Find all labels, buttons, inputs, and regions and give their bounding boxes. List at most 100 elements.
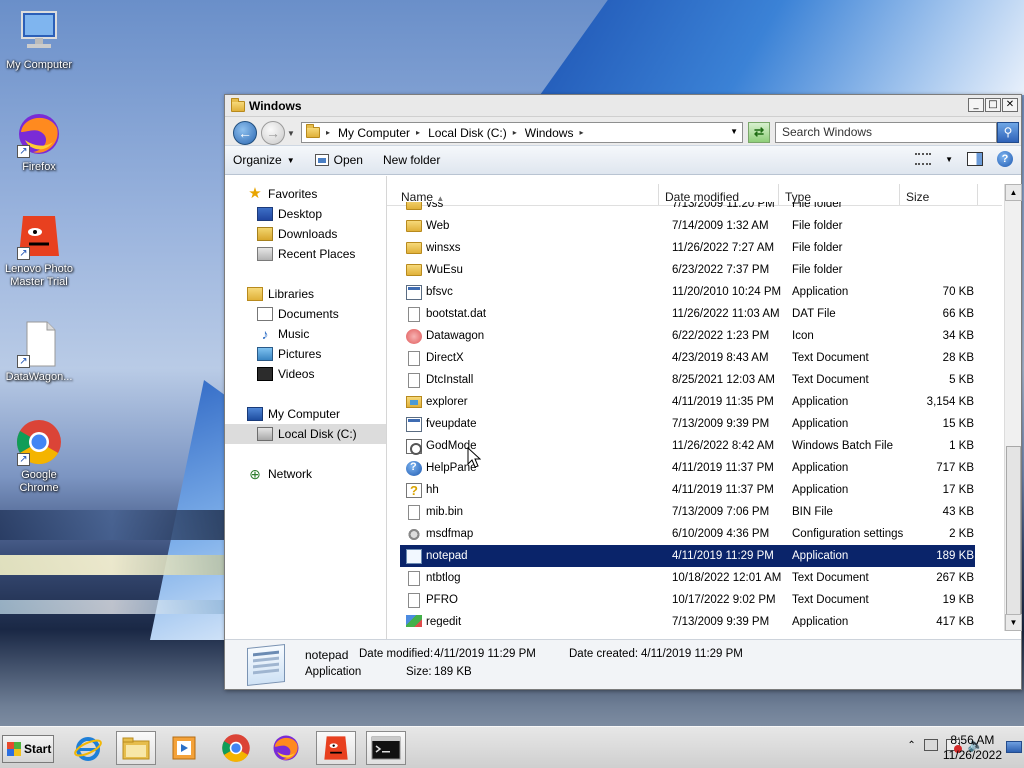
file-size: 70 KB (942, 286, 974, 298)
file-row-wuesu[interactable]: WuEsu 6/23/2022 7:37 PM File folder (400, 259, 975, 281)
network-icon: ⊕ (249, 466, 261, 482)
nav-pictures[interactable]: Pictures (225, 344, 386, 364)
forward-button[interactable]: → (261, 121, 285, 145)
nav-favorites[interactable]: ★ Favorites (225, 184, 386, 204)
change-view-icon[interactable] (915, 153, 932, 165)
file-size: 417 KB (936, 616, 974, 627)
taskbar-internet-explorer[interactable] (68, 731, 108, 765)
preview-pane-icon[interactable] (967, 152, 983, 166)
file-row-hh[interactable]: hh 4/11/2019 11:37 PM Application 17 KB (400, 479, 975, 501)
app-icon (406, 284, 422, 300)
file-type: File folder (792, 264, 843, 276)
taskbar-command-prompt[interactable] (366, 731, 406, 765)
file-name: Web (426, 220, 450, 232)
file-list: vss 7/13/2009 11:20 PM File folder Web 7/14/… (400, 202, 975, 627)
desktop-icon-my-computer[interactable]: My Computer (1, 8, 77, 72)
scrollbar-thumb[interactable] (1006, 446, 1021, 616)
desktop-icon-google-chrome[interactable]: ↗ Google Chrome (1, 418, 77, 495)
bat-icon (406, 438, 422, 455)
start-button[interactable]: Start (2, 735, 54, 763)
nav-local-disk[interactable]: Local Disk (C:) (225, 424, 386, 444)
file-row-notepad[interactable]: notepad 4/11/2019 11:29 PM Application 189 … (400, 545, 975, 567)
file-row-helppane[interactable]: HelpPane 4/11/2019 11:37 PM Application 717… (400, 457, 975, 479)
help-icon[interactable]: ? (997, 151, 1013, 167)
nav-my-computer[interactable]: My Computer (225, 404, 386, 424)
nav-music[interactable]: ♪ Music (225, 324, 386, 344)
desktop-icon (257, 207, 273, 221)
nav-videos[interactable]: Videos (225, 364, 386, 384)
file-row-directx[interactable]: DirectX 4/23/2019 8:43 AM Text Document 28 … (400, 347, 975, 369)
firefox-icon (273, 735, 299, 761)
nav-downloads[interactable]: Downloads (225, 224, 386, 244)
file-row-bootstat-dat[interactable]: bootstat.dat 11/26/2022 11:03 AM DAT File 6… (400, 303, 975, 325)
note-icon (406, 548, 422, 564)
show-desktop-icon[interactable] (1006, 741, 1022, 753)
new-folder-button[interactable]: New folder (383, 153, 440, 167)
file-row-regedit[interactable]: regedit 7/13/2009 9:39 PM Application 417 K… (400, 611, 975, 627)
file-row-explorer[interactable]: explorer 4/11/2019 11:35 PM Application 3,1… (400, 391, 975, 413)
app-icon (406, 416, 422, 432)
details-created-value: 4/11/2019 11:29 PM (641, 648, 743, 660)
file-row-dtcinstall[interactable]: DtcInstall 8/25/2021 12:03 AM Text Documen… (400, 369, 975, 391)
taskbar-google-chrome[interactable] (216, 731, 256, 765)
search-icon[interactable]: ⚲ (997, 122, 1019, 143)
breadcrumb-separator-icon[interactable]: ▸ (513, 128, 517, 137)
file-row-godmode[interactable]: GodMode 11/26/2022 8:42 AM Windows Batch F… (400, 435, 975, 457)
breadcrumb-separator-icon[interactable]: ▸ (579, 128, 583, 137)
maximize-button[interactable]: □ (985, 98, 1001, 112)
file-row-vss[interactable]: vss 7/13/2009 11:20 PM File folder (400, 202, 975, 215)
minimize-button[interactable]: _ (968, 98, 984, 112)
taskbar-firefox[interactable] (266, 731, 306, 765)
file-row-ntbtlog[interactable]: ntbtlog 10/18/2022 12:01 AM Text Document 2… (400, 567, 975, 589)
taskbar-lenovo-photo-master[interactable] (316, 731, 356, 765)
nav-libraries[interactable]: Libraries (225, 284, 386, 304)
file-row-msdfmap[interactable]: msdfmap 6/10/2009 4:36 PM Configuration se… (400, 523, 975, 545)
file-name: msdfmap (426, 528, 474, 540)
desktop-icon-datawagon[interactable]: ↗ DataWagon... (1, 320, 77, 384)
vertical-scrollbar[interactable]: ▲ ▼ (1004, 184, 1022, 631)
nav-documents[interactable]: Documents (225, 304, 386, 324)
file-row-pfro[interactable]: PFRO 10/17/2022 9:02 PM Text Document 19 KB (400, 589, 975, 611)
taskbar-windows-explorer[interactable] (116, 731, 156, 765)
recent-pages-dropdown-icon[interactable]: ▼ (287, 129, 295, 138)
refresh-button[interactable]: ⇄ (748, 122, 770, 143)
nav-network[interactable]: ⊕ Network (225, 464, 386, 484)
firefox-icon: ↗ (15, 110, 63, 158)
breadcrumb-local-disk[interactable]: Local Disk (C:) (428, 126, 507, 140)
system-clock[interactable]: 8:56 AM 11/26/2022 (943, 733, 1002, 763)
tray-computer-icon[interactable] (923, 739, 938, 751)
open-button[interactable]: Open (314, 153, 363, 167)
file-row-bfsvc[interactable]: bfsvc 11/20/2010 10:24 PM Application 70 KB (400, 281, 975, 303)
hh-icon (406, 482, 422, 498)
close-button[interactable]: ✕ (1002, 98, 1018, 112)
scroll-down-icon[interactable]: ▼ (1005, 614, 1022, 631)
breadcrumb-separator-icon[interactable]: ▸ (326, 128, 330, 137)
file-row-winsxs[interactable]: winsxs 11/26/2022 7:27 AM File folder (400, 237, 975, 259)
title-bar[interactable]: Windows _ □ ✕ (225, 95, 1021, 117)
address-bar[interactable]: ▸ My Computer ▸ Local Disk (C:) ▸ Window… (301, 122, 743, 143)
content-area: ★ Favorites Desktop Downloads Recent Plac… (225, 176, 1022, 639)
file-row-datawagon[interactable]: Datawagon 6/22/2022 1:23 PM Icon 34 KB (400, 325, 975, 347)
organize-button[interactable]: Organize ▼ (233, 153, 295, 167)
back-button[interactable]: ← (233, 121, 257, 145)
breadcrumb-windows[interactable]: Windows (525, 126, 574, 140)
breadcrumb-separator-icon[interactable]: ▸ (416, 128, 420, 137)
chevron-down-icon[interactable]: ▼ (945, 155, 953, 164)
taskbar-media-player[interactable] (164, 731, 204, 765)
navigation-pane: ★ Favorites Desktop Downloads Recent Plac… (225, 176, 387, 639)
file-type: Application (792, 462, 849, 474)
file-type: DAT File (792, 308, 836, 320)
file-row-mib-bin[interactable]: mib.bin 7/13/2009 7:06 PM BIN File 43 KB (400, 501, 975, 523)
breadcrumb-my-computer[interactable]: My Computer (338, 126, 410, 140)
scroll-up-icon[interactable]: ▲ (1005, 184, 1022, 201)
search-input[interactable]: Search Windows (775, 122, 997, 143)
address-dropdown-icon[interactable]: ▼ (730, 127, 738, 136)
file-row-web[interactable]: Web 7/14/2009 1:32 AM File folder (400, 215, 975, 237)
desktop-icon-lenovo-photo-master[interactable]: ↗ Lenovo Photo Master Trial (1, 212, 77, 289)
nav-recent-places[interactable]: Recent Places (225, 244, 386, 264)
desktop-icon-firefox[interactable]: ↗ Firefox (1, 110, 77, 174)
show-hidden-icons-icon[interactable]: ⌃ (907, 740, 915, 751)
nav-desktop[interactable]: Desktop (225, 204, 386, 224)
file-row-fveupdate[interactable]: fveupdate 7/13/2009 9:39 PM Application 15 … (400, 413, 975, 435)
